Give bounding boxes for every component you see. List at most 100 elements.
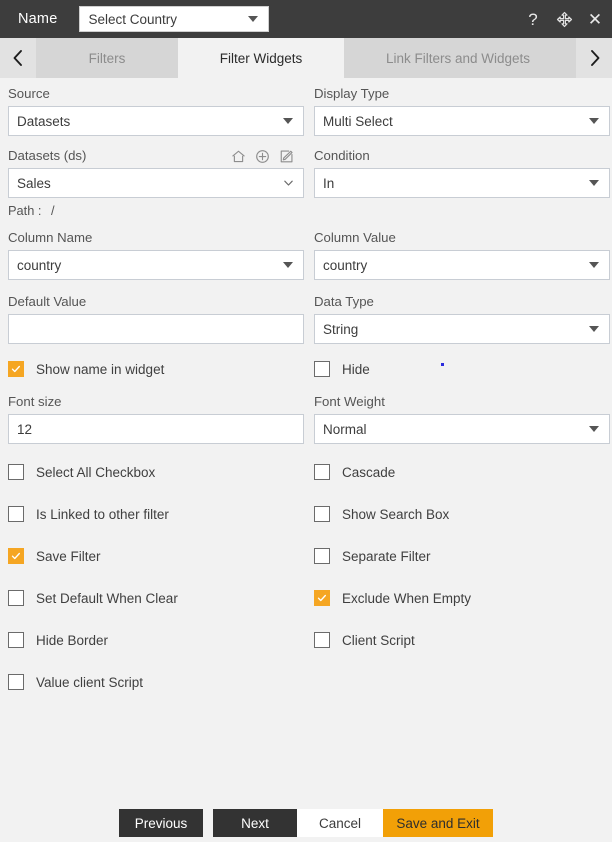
window-title-bar: Name Select Country ? ✕ bbox=[0, 0, 612, 38]
checkbox-label: Cascade bbox=[342, 464, 396, 480]
data-type-dropdown[interactable]: String bbox=[314, 314, 610, 344]
datasets-actions bbox=[231, 149, 304, 164]
tabs-scroll-right-button[interactable] bbox=[576, 38, 612, 78]
checkbox-box[interactable] bbox=[314, 632, 330, 648]
column-value-dropdown[interactable]: country bbox=[314, 250, 610, 280]
datasets-value: Sales bbox=[17, 175, 51, 191]
tab-bar: Filters Filter Widgets Link Filters and … bbox=[0, 38, 612, 78]
checkbox-separate-filter[interactable]: Separate Filter bbox=[314, 545, 610, 567]
home-icon[interactable] bbox=[231, 149, 246, 164]
form-row-checkbox-4: Save Filter Separate Filter bbox=[0, 545, 612, 567]
checkbox-box[interactable] bbox=[8, 464, 24, 480]
field-data-type: Data Type String bbox=[314, 294, 610, 344]
tab-link-filters-and-widgets[interactable]: Link Filters and Widgets bbox=[344, 38, 572, 78]
checkbox-set-default-when-clear[interactable]: Set Default When Clear bbox=[8, 587, 304, 609]
checkbox-label: Save Filter bbox=[36, 548, 101, 564]
display-type-value: Multi Select bbox=[323, 113, 393, 129]
checkbox-cascade[interactable]: Cascade bbox=[314, 461, 610, 483]
checkbox-label: Value client Script bbox=[36, 674, 144, 690]
chevron-down-icon bbox=[283, 118, 293, 124]
datasets-path: Path : / bbox=[8, 203, 304, 218]
tab-filters[interactable]: Filters bbox=[36, 38, 178, 78]
checkbox-box[interactable] bbox=[8, 361, 24, 377]
checkbox-label: Client Script bbox=[342, 632, 415, 648]
data-type-label: Data Type bbox=[314, 294, 374, 309]
chevron-down-icon bbox=[248, 16, 259, 22]
form-row-datasets: Datasets (ds) Sales Path: / Condition I… bbox=[0, 148, 612, 218]
help-question-icon[interactable]: ? bbox=[524, 10, 542, 28]
edit-pencil-icon[interactable] bbox=[279, 149, 294, 164]
checkbox-box[interactable] bbox=[8, 632, 24, 648]
checkbox-label: Select All Checkbox bbox=[36, 464, 156, 480]
checkbox-save-filter[interactable]: Save Filter bbox=[8, 545, 304, 567]
cursor-dot-artifact bbox=[441, 363, 444, 366]
checkbox-value-client-script[interactable]: Value client Script bbox=[8, 671, 304, 693]
checkbox-box[interactable] bbox=[314, 464, 330, 480]
source-dropdown[interactable]: Datasets bbox=[8, 106, 304, 136]
filter-widget-form: Source Datasets Display Type Multi Selec… bbox=[0, 86, 612, 693]
chevron-down-icon bbox=[589, 426, 599, 432]
font-size-label: Font size bbox=[8, 394, 62, 409]
checkbox-box[interactable] bbox=[314, 361, 330, 377]
checkbox-exclude-when-empty[interactable]: Exclude When Empty bbox=[314, 587, 610, 609]
checkbox-label: Is Linked to other filter bbox=[36, 506, 169, 522]
condition-dropdown[interactable]: In bbox=[314, 168, 610, 198]
window-controls: ? ✕ bbox=[524, 0, 604, 38]
checkbox-client-script[interactable]: Client Script bbox=[314, 629, 610, 651]
tab-link-filters-and-widgets-label: Link Filters and Widgets bbox=[385, 50, 531, 66]
display-type-dropdown[interactable]: Multi Select bbox=[314, 106, 610, 136]
next-button[interactable]: Next bbox=[213, 809, 297, 837]
move-cross-icon[interactable] bbox=[555, 10, 573, 28]
cancel-button[interactable]: Cancel bbox=[297, 809, 383, 837]
data-type-value: String bbox=[323, 321, 359, 337]
font-weight-dropdown[interactable]: Normal bbox=[314, 414, 610, 444]
checkbox-box[interactable] bbox=[8, 590, 24, 606]
plus-circle-icon[interactable] bbox=[255, 149, 270, 164]
name-select-dropdown[interactable]: Select Country bbox=[79, 6, 270, 32]
checkbox-label: Show name in widget bbox=[36, 361, 165, 377]
checkbox-show-search-box[interactable]: Show Search Box bbox=[314, 503, 610, 525]
close-x-icon[interactable]: ✕ bbox=[586, 10, 604, 28]
checkbox-box[interactable] bbox=[314, 590, 330, 606]
checkbox-show-name-in-widget[interactable]: Show name in widget bbox=[8, 358, 304, 380]
checkbox-box[interactable] bbox=[8, 506, 24, 522]
font-size-input[interactable]: 12 bbox=[8, 414, 304, 444]
tab-filter-widgets[interactable]: Filter Widgets bbox=[178, 38, 344, 78]
column-name-dropdown[interactable]: country bbox=[8, 250, 304, 280]
source-value: Datasets bbox=[17, 113, 71, 129]
tabs-scroll-left-button[interactable] bbox=[0, 38, 36, 78]
checkbox-select-all-checkbox[interactable]: Select All Checkbox bbox=[8, 461, 304, 483]
default-value-label: Default Value bbox=[8, 294, 87, 309]
checkbox-box[interactable] bbox=[314, 548, 330, 564]
previous-button[interactable]: Previous bbox=[119, 809, 203, 837]
chevron-down-icon bbox=[283, 262, 293, 268]
field-column-value: Column Value country bbox=[314, 230, 610, 280]
tab-filters-label: Filters bbox=[88, 50, 126, 66]
checkbox-hide[interactable]: Hide bbox=[314, 358, 610, 380]
checkbox-is-linked-to-other-filter[interactable]: Is Linked to other filter bbox=[8, 503, 304, 525]
checkbox-box[interactable] bbox=[8, 548, 24, 564]
form-row-source: Source Datasets Display Type Multi Selec… bbox=[0, 86, 612, 136]
column-name-label: Column Name bbox=[8, 230, 93, 245]
checkbox-hide-border[interactable]: Hide Border bbox=[8, 629, 304, 651]
save-and-exit-button[interactable]: Save and Exit bbox=[383, 809, 493, 837]
field-display-type: Display Type Multi Select bbox=[314, 86, 610, 136]
form-row-checkbox-1: Show name in widget Hide bbox=[0, 358, 612, 380]
form-row-checkbox-7: Value client Script bbox=[0, 671, 612, 693]
column-name-value: country bbox=[17, 257, 62, 273]
column-value-value: country bbox=[323, 257, 368, 273]
name-select-value: Select Country bbox=[88, 11, 178, 27]
chevron-down-icon bbox=[589, 262, 599, 268]
form-row-checkbox-3: Is Linked to other filter Show Search Bo… bbox=[0, 503, 612, 525]
field-default-value: Default Value bbox=[8, 294, 304, 344]
checkbox-box[interactable] bbox=[8, 674, 24, 690]
font-weight-label: Font Weight bbox=[314, 394, 385, 409]
default-value-input[interactable] bbox=[8, 314, 304, 344]
datasets-dropdown[interactable]: Sales bbox=[8, 168, 304, 198]
column-value-label: Column Value bbox=[314, 230, 396, 245]
checkbox-box[interactable] bbox=[314, 506, 330, 522]
form-row-checkbox-5: Set Default When Clear Exclude When Empt… bbox=[0, 587, 612, 609]
field-datasets: Datasets (ds) Sales Path: / bbox=[8, 148, 304, 218]
field-column-name: Column Name country bbox=[8, 230, 304, 280]
field-source: Source Datasets bbox=[8, 86, 304, 136]
